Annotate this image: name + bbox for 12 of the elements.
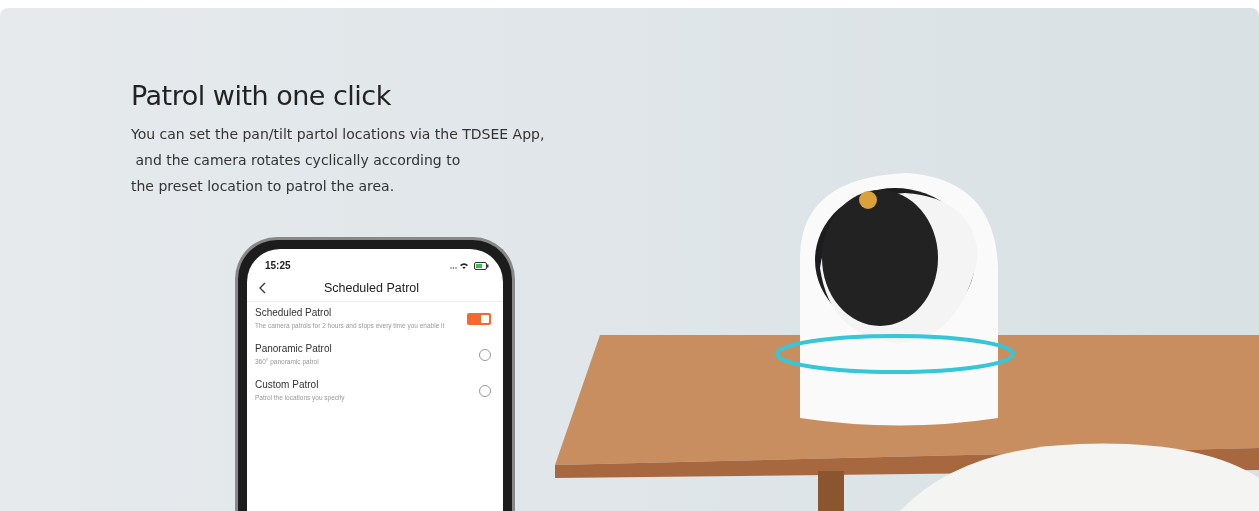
description: You can set the pan/tilt partol locations via the TDSEE App, and the camera rotates cyclically according to the preset location to patrol the area. <box>131 125 546 196</box>
toggle-switch[interactable] <box>467 312 491 325</box>
heading: Patrol with one click <box>131 80 392 111</box>
radio-button[interactable] <box>479 348 491 361</box>
battery-icon <box>474 261 489 270</box>
option-title: Custom Patrol <box>255 379 320 390</box>
back-icon[interactable] <box>259 282 266 294</box>
option-title: Scheduled Patrol <box>255 307 333 318</box>
radio-button[interactable] <box>479 384 491 397</box>
status-time: 15:25 <box>265 260 291 271</box>
option-title: Panoramic Patrol <box>255 343 333 354</box>
screen-title: Scheduled Patrol <box>322 281 421 295</box>
